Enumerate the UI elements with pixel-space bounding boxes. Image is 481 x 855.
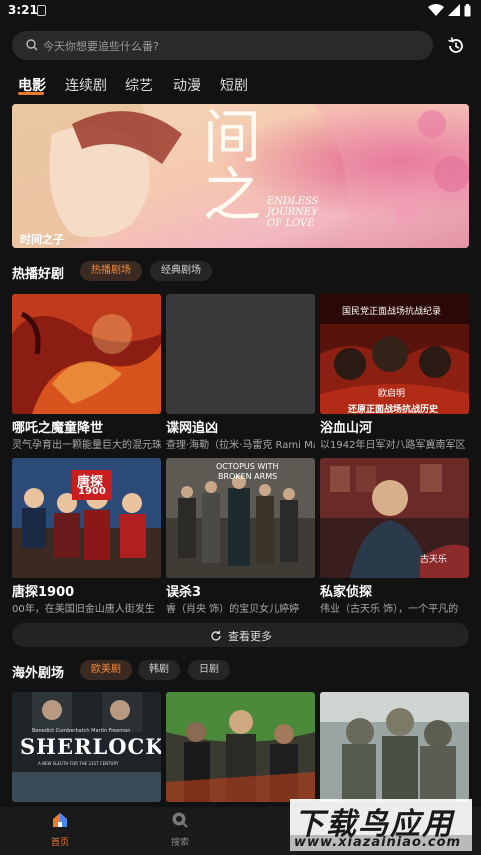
poster-logo: SHERLOCK xyxy=(20,734,161,759)
card-title: 浴血山河 xyxy=(320,421,373,436)
poster-title-line-1: OCTOPUS WITH xyxy=(216,462,279,471)
card-title: 谍网追凶 xyxy=(166,421,219,436)
poster-image xyxy=(166,692,315,802)
poster-logo-number: 1900 xyxy=(78,486,106,497)
banner-subtitle-line-1: ENDLESS xyxy=(267,196,319,207)
status-time: 3:21 xyxy=(8,3,38,17)
card-title: 私家侦探 xyxy=(320,585,373,600)
status-icons xyxy=(428,3,471,17)
card-title: 哪吒之魔童降世 xyxy=(12,421,104,436)
battery-icon xyxy=(464,3,471,16)
search-icon xyxy=(26,39,38,51)
tab-short[interactable]: 短剧 xyxy=(220,75,248,95)
site-watermark: 下载鸟应用 www.xiazainiao.com xyxy=(286,793,476,853)
banner-subtitle-line-2: JOURNEY xyxy=(267,207,318,218)
chip-japanese[interactable]: 日剧 xyxy=(188,660,230,680)
section-title-hot: 热播好剧 xyxy=(12,267,65,282)
card-desc: 睿（肖央 饰）的宝贝女儿婷婷 xyxy=(166,604,300,615)
wifi-icon xyxy=(428,4,444,16)
chip-hot-theater[interactable]: 热播剧场 xyxy=(80,261,142,281)
poster-image: 古天乐 xyxy=(320,458,469,578)
nav-search[interactable]: 搜索 xyxy=(150,811,210,848)
poster-image xyxy=(320,692,469,802)
banner-caption: 时间之子 xyxy=(20,233,64,246)
search-input[interactable]: 今天你想要追些什么番? xyxy=(12,31,433,60)
banner-title-art: 间之 xyxy=(193,106,261,222)
search-icon xyxy=(172,812,188,828)
poster-image: 唐探 1900 xyxy=(12,458,161,578)
overseas-card[interactable] xyxy=(166,692,315,802)
refresh-icon xyxy=(211,630,221,641)
card-desc: 以1942年日军对八路军冀南军区 xyxy=(320,440,466,451)
card-title: 误杀3 xyxy=(166,585,202,600)
card-desc: 伟业（古天乐 饰），一个平凡的 xyxy=(320,604,459,615)
overseas-card[interactable]: Benedict Cumberbatch Martin Freeman SHER… xyxy=(12,692,161,802)
tab-series[interactable]: 连续剧 xyxy=(65,75,107,95)
active-tab-indicator xyxy=(18,92,44,95)
poster-title-line-2: BROKEN ARMS xyxy=(218,472,278,481)
card-desc: 查理·海勒（拉米·马雷克 Rami Malek） xyxy=(166,440,315,451)
home-icon xyxy=(53,813,67,827)
nav-search-label: 搜索 xyxy=(170,838,189,848)
chip-korean[interactable]: 韩剧 xyxy=(138,660,180,680)
poster-tagline-bottom: 还原正面战场抗战历史 xyxy=(348,405,439,414)
overseas-card[interactable] xyxy=(320,692,469,802)
chip-western[interactable]: 欧美剧 xyxy=(80,660,132,680)
poster-image: 国民党正面战场抗战纪录 欧启明 还原正面战场抗战历史 xyxy=(320,294,469,414)
card-title: 唐探1900 xyxy=(12,585,75,600)
poster-tagline-top: 国民党正面战场抗战纪录 xyxy=(342,307,442,317)
signal-icon xyxy=(448,4,460,16)
see-more-label: 查看更多 xyxy=(228,630,272,643)
see-more-button[interactable]: 查看更多 xyxy=(12,623,469,647)
poster-tagline: A NEW SLEUTH FOR THE 21ST CENTURY xyxy=(38,761,119,766)
notification-icon xyxy=(37,5,46,16)
watermark-url: www.xiazainiao.com xyxy=(294,835,462,850)
poster-actor-name: 欧启明 xyxy=(378,389,406,399)
tab-variety[interactable]: 综艺 xyxy=(125,75,153,95)
history-icon[interactable] xyxy=(446,36,466,56)
poster-placeholder xyxy=(166,294,315,414)
card-desc: 灵气孕育出一颗能量巨大的混元珠 xyxy=(12,440,161,451)
featured-banner[interactable]: 间之 ENDLESS JOURNEY OF LOVE 时间之子 xyxy=(12,104,469,248)
nav-home[interactable]: 首页 xyxy=(30,811,90,848)
chip-classic-theater[interactable]: 经典剧场 xyxy=(150,261,212,281)
banner-subtitle-line-3: OF LOVE xyxy=(267,218,315,229)
card-desc: 00年，在美国旧金山唐人街发生 xyxy=(12,604,155,615)
search-placeholder: 今天你想要追些什么番? xyxy=(43,40,159,53)
section-title-overseas: 海外剧场 xyxy=(12,666,65,681)
banner-subtitle-art: ENDLESS JOURNEY OF LOVE xyxy=(267,196,319,229)
poster-actor-name: 古天乐 xyxy=(420,555,448,565)
status-bar: 3:21 xyxy=(0,0,481,22)
poster-image: OCTOPUS WITH BROKEN ARMS xyxy=(166,458,315,578)
tab-anime[interactable]: 动漫 xyxy=(173,75,201,95)
nav-home-label: 首页 xyxy=(50,838,69,848)
poster-image xyxy=(12,294,161,414)
